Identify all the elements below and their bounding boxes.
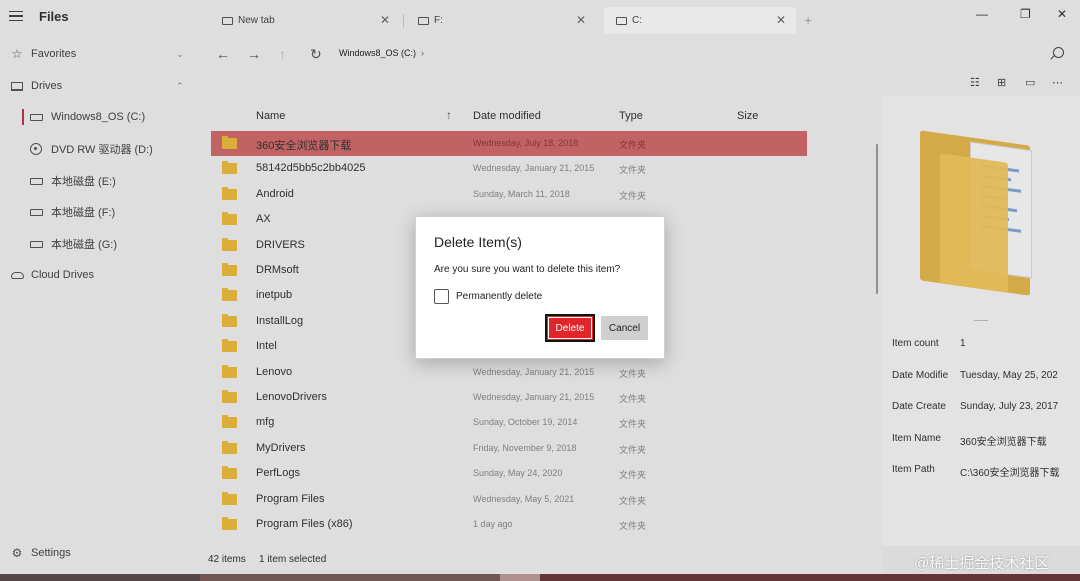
delete-dialog: Delete Item(s) Are you sure you want to … <box>415 216 665 359</box>
delete-button[interactable]: Delete <box>545 314 595 342</box>
dialog-message: Are you sure you want to delete this ite… <box>434 264 621 275</box>
dialog-title: Delete Item(s) <box>434 234 522 250</box>
cancel-button[interactable]: Cancel <box>601 316 648 340</box>
watermark-text: @稀土掘金技术社区 <box>914 555 1050 572</box>
permanently-delete-checkbox[interactable] <box>434 289 449 304</box>
permanently-delete-label[interactable]: Permanently delete <box>456 291 542 302</box>
